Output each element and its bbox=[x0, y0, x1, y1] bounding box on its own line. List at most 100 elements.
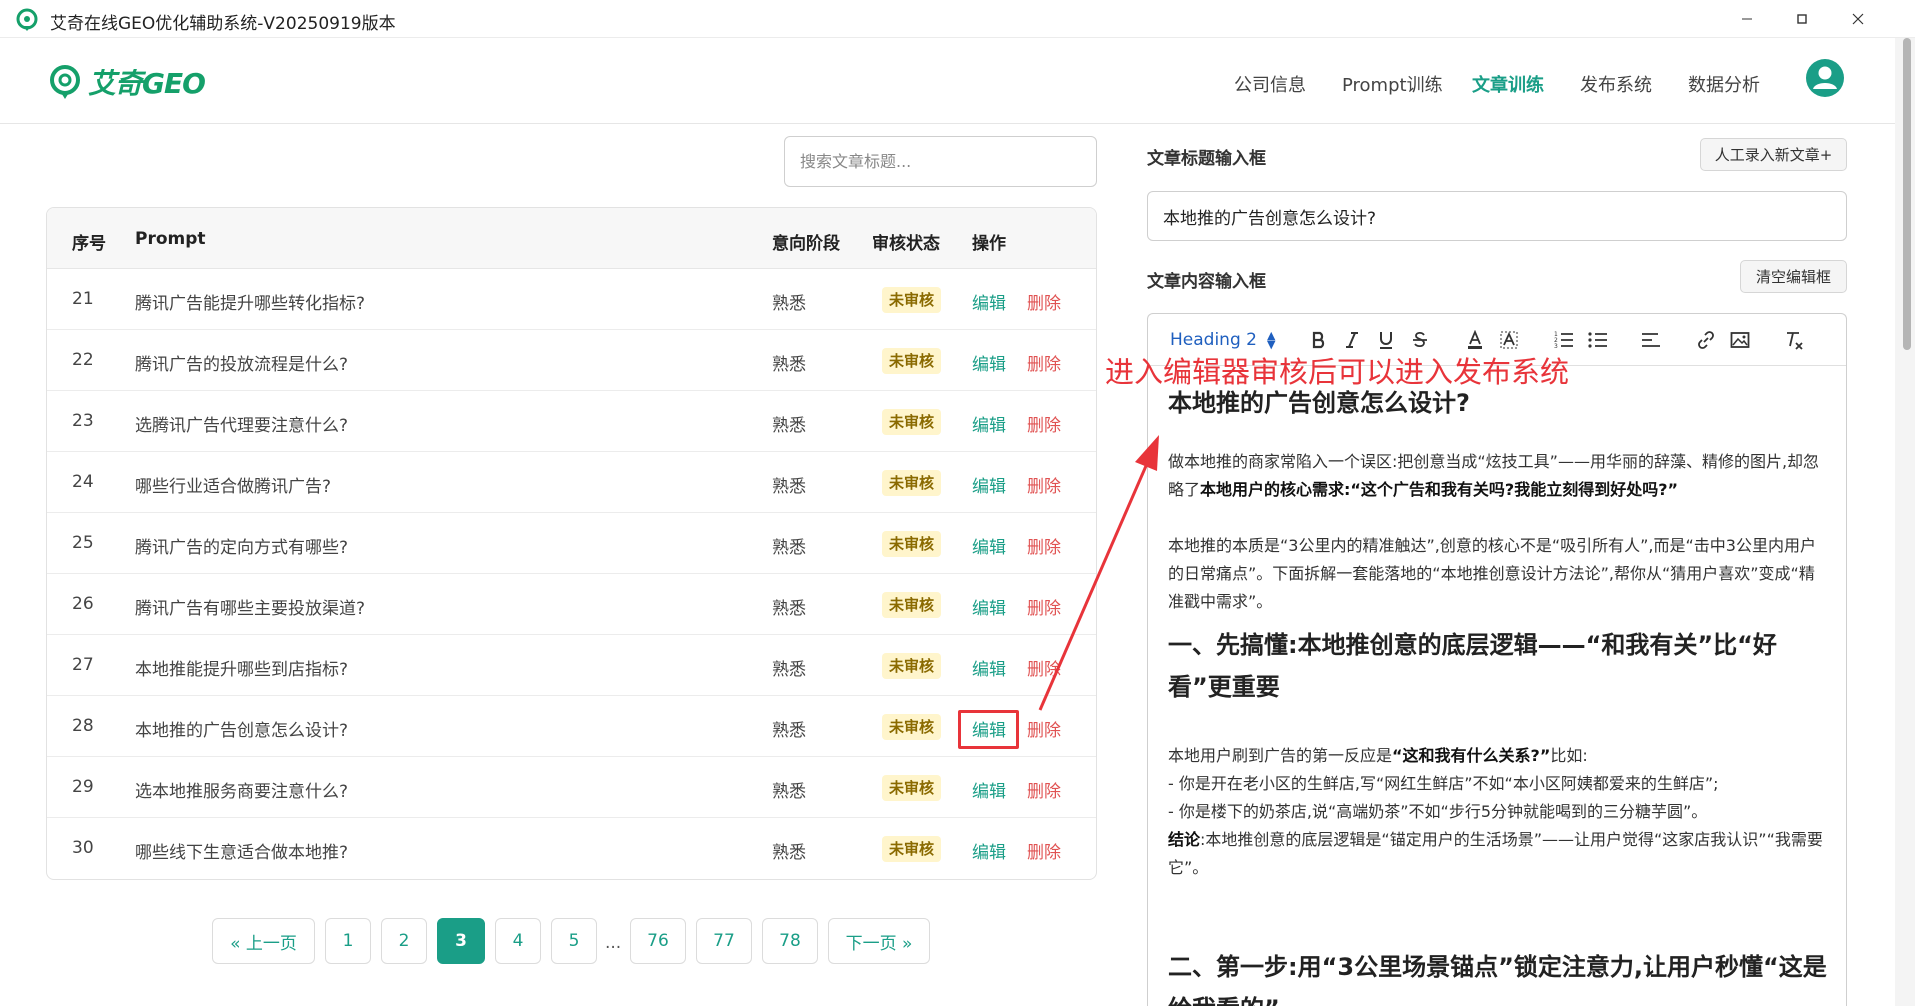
row-index: 25 bbox=[72, 533, 94, 553]
col-stage: 意向阶段 bbox=[772, 234, 840, 254]
row-index: 30 bbox=[72, 838, 94, 858]
nav-prompt-training[interactable]: Prompt训练 bbox=[1342, 71, 1443, 97]
edit-link[interactable]: 编辑 bbox=[972, 411, 1006, 436]
delete-link[interactable]: 删除 bbox=[1027, 655, 1061, 680]
logo-text: 艾奇GEO bbox=[88, 67, 206, 100]
row-index: 26 bbox=[72, 594, 94, 614]
close-button[interactable] bbox=[1838, 6, 1878, 32]
row-stage: 熟悉 bbox=[772, 782, 806, 802]
clear-format-button[interactable] bbox=[1783, 328, 1805, 352]
edit-link[interactable]: 编辑 bbox=[972, 350, 1006, 375]
row-stage: 熟悉 bbox=[772, 355, 806, 375]
page-button[interactable]: 78 bbox=[762, 918, 818, 964]
row-stage: 熟悉 bbox=[772, 477, 806, 497]
paragraph-text: :本地推创意的底层逻辑是“锚定用户的生活场景”——让用户觉得“这家店我认识”“我… bbox=[1168, 830, 1823, 877]
text-color-icon bbox=[1468, 330, 1482, 349]
next-page-button[interactable]: 下一页 » bbox=[828, 918, 930, 964]
row-stage: 熟悉 bbox=[772, 416, 806, 436]
edit-link[interactable]: 编辑 bbox=[972, 472, 1006, 497]
edit-link[interactable]: 编辑 bbox=[972, 533, 1006, 558]
link-icon bbox=[1698, 331, 1714, 349]
content-heading-section-2: 二、第一步:用“3公里场景锚点”锁定注意力,让用户秒懂“这是给我看的” bbox=[1168, 953, 1827, 1006]
current-page-button[interactable]: 3 bbox=[437, 918, 485, 964]
clear-editor-button[interactable]: 清空编辑框 bbox=[1740, 260, 1847, 293]
col-status: 审核状态 bbox=[872, 234, 940, 254]
row-stage: 熟悉 bbox=[772, 599, 806, 619]
paragraph-bold-text: “这和我有什么关系?” bbox=[1392, 746, 1551, 765]
delete-link[interactable]: 删除 bbox=[1027, 716, 1061, 741]
edit-link[interactable]: 编辑 bbox=[972, 289, 1006, 314]
edit-link[interactable]: 编辑 bbox=[972, 777, 1006, 802]
delete-link[interactable]: 删除 bbox=[1027, 777, 1061, 802]
row-stage: 熟悉 bbox=[772, 721, 806, 741]
align-button[interactable] bbox=[1640, 328, 1662, 352]
row-prompt: 哪些线下生意适合做本地推? bbox=[135, 843, 349, 863]
row-prompt: 本地推能提升哪些到店指标? bbox=[135, 660, 349, 680]
row-stage: 熟悉 bbox=[772, 660, 806, 680]
strikethrough-icon bbox=[1413, 331, 1427, 348]
manual-entry-button[interactable]: 人工录入新文章+ bbox=[1700, 138, 1847, 171]
prompt-table: 序号 Prompt 意向阶段 审核状态 操作 21 腾讯广告能提升哪些转化指标?… bbox=[46, 207, 1097, 880]
window-titlebar: 艾奇在线GEO优化辅助系统-V20250919版本 bbox=[0, 0, 1915, 38]
page-button[interactable]: 1 bbox=[325, 918, 371, 964]
link-button[interactable] bbox=[1695, 328, 1717, 352]
bold-icon bbox=[1312, 331, 1325, 349]
nav-data-analysis[interactable]: 数据分析 bbox=[1688, 71, 1760, 97]
delete-link[interactable]: 删除 bbox=[1027, 472, 1061, 497]
bullet-list-button[interactable] bbox=[1587, 328, 1609, 352]
pagination-ellipsis: ... bbox=[605, 933, 622, 953]
page-button[interactable]: 4 bbox=[495, 918, 541, 964]
brand-logo[interactable]: 艾奇GEO bbox=[48, 62, 206, 102]
rich-text-editor[interactable]: Heading 2 ▲ ▼ 123 本地推的广告创意怎么设计? 做本地推的商家常… bbox=[1147, 313, 1847, 1006]
row-stage: 熟悉 bbox=[772, 538, 806, 558]
col-actions: 操作 bbox=[972, 234, 1006, 254]
page-button[interactable]: 76 bbox=[630, 918, 686, 964]
table-row: 28 本地推的广告创意怎么设计? 熟悉 未审核 编辑 删除 bbox=[47, 696, 1096, 757]
page-button[interactable]: 5 bbox=[551, 918, 597, 964]
row-index: 27 bbox=[72, 655, 94, 675]
content-paragraph: 本地推的本质是“3公里内的精准触达”,创意的核心不是“吸引所有人”,而是“击中3… bbox=[1168, 536, 1816, 611]
maximize-button[interactable] bbox=[1782, 6, 1822, 32]
nav-article-training[interactable]: 文章训练 bbox=[1472, 71, 1544, 97]
app-header: 艾奇GEO 公司信息 Prompt训练 文章训练 发布系统 数据分析 bbox=[0, 38, 1895, 124]
prev-page-button[interactable]: « 上一页 bbox=[212, 918, 315, 964]
table-row: 27 本地推能提升哪些到店指标? 熟悉 未审核 编辑 删除 bbox=[47, 635, 1096, 696]
delete-link[interactable]: 删除 bbox=[1027, 350, 1061, 375]
page-scrollbar-thumb[interactable] bbox=[1903, 38, 1911, 350]
row-prompt: 本地推的广告创意怎么设计? bbox=[135, 721, 349, 741]
page-button[interactable]: 77 bbox=[696, 918, 752, 964]
delete-link[interactable]: 删除 bbox=[1027, 594, 1061, 619]
image-icon bbox=[1730, 332, 1750, 348]
status-badge: 未审核 bbox=[882, 531, 942, 557]
content-paragraph: 本地用户刷到广告的第一反应是“这和我有什么关系?”比如: bbox=[1168, 742, 1828, 770]
status-badge: 未审核 bbox=[882, 775, 942, 801]
row-prompt: 哪些行业适合做腾讯广告? bbox=[135, 477, 332, 497]
row-prompt: 腾讯广告有哪些主要投放渠道? bbox=[135, 599, 366, 619]
image-button[interactable] bbox=[1729, 328, 1751, 352]
edit-link[interactable]: 编辑 bbox=[972, 655, 1006, 680]
status-badge: 未审核 bbox=[882, 714, 942, 740]
minimize-icon bbox=[1742, 18, 1752, 20]
paragraph-bold-text: 结论 bbox=[1168, 830, 1201, 849]
table-row: 23 选腾讯广告代理要注意什么? 熟悉 未审核 编辑 删除 bbox=[47, 391, 1096, 452]
page-button[interactable]: 2 bbox=[381, 918, 427, 964]
nav-company-info[interactable]: 公司信息 bbox=[1234, 71, 1306, 97]
status-badge: 未审核 bbox=[882, 592, 942, 618]
nav-publish-system[interactable]: 发布系统 bbox=[1580, 71, 1652, 97]
minimize-button[interactable] bbox=[1727, 6, 1767, 32]
delete-link[interactable]: 删除 bbox=[1027, 838, 1061, 863]
content-heading-section-1: 一、先搞懂:本地推创意的底层逻辑——“和我有关”比“好看”更重要 bbox=[1168, 631, 1777, 701]
user-circle-icon[interactable] bbox=[1805, 58, 1845, 98]
delete-link[interactable]: 删除 bbox=[1027, 411, 1061, 436]
delete-link[interactable]: 删除 bbox=[1027, 533, 1061, 558]
table-row: 29 选本地推服务商要注意什么? 熟悉 未审核 编辑 删除 bbox=[47, 757, 1096, 818]
row-stage: 熟悉 bbox=[772, 294, 806, 314]
search-input[interactable] bbox=[784, 136, 1097, 187]
row-index: 24 bbox=[72, 472, 94, 492]
app-logo-icon bbox=[16, 8, 38, 31]
edit-link[interactable]: 编辑 bbox=[972, 838, 1006, 863]
edit-link[interactable]: 编辑 bbox=[972, 594, 1006, 619]
delete-link[interactable]: 删除 bbox=[1027, 289, 1061, 314]
article-title-input[interactable] bbox=[1147, 191, 1847, 241]
content-paragraph: 结论:本地推创意的底层逻辑是“锚定用户的生活场景”——让用户觉得“这家店我认识”… bbox=[1168, 826, 1828, 882]
